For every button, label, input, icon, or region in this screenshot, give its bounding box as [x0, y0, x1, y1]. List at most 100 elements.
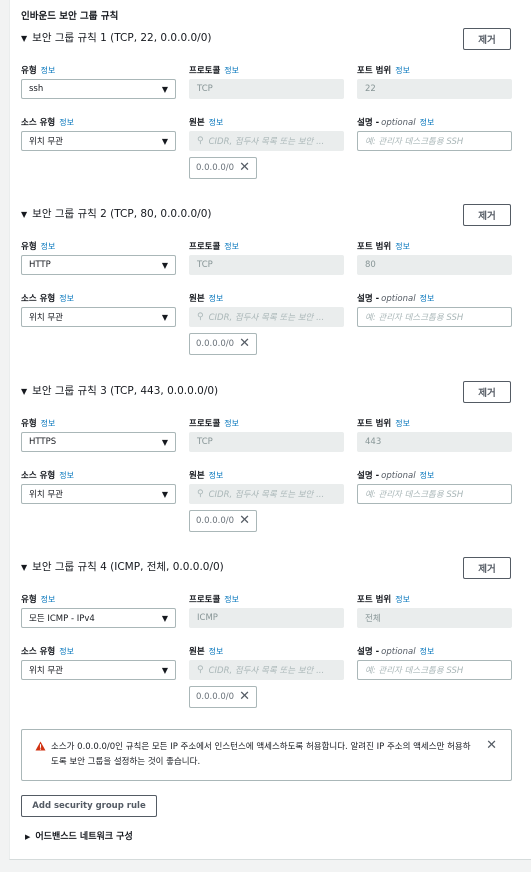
description-info-link[interactable]: 정보 — [420, 471, 435, 480]
type-info-link[interactable]: 정보 — [41, 419, 56, 428]
port-range-info-link[interactable]: 정보 — [395, 419, 410, 428]
type-label-text: 유형 — [21, 242, 37, 252]
protocol-info-link[interactable]: 정보 — [224, 66, 239, 75]
protocol-label-text: 프로토콜 — [189, 242, 221, 252]
source-search-placeholder: CIDR, 접두사 목록 또는 보안 ... — [208, 313, 325, 323]
source-label: 원본 정보 — [189, 292, 223, 304]
type-select[interactable]: 모든 ICMP - IPv4 ▼ — [21, 608, 176, 628]
source-search-input[interactable]: ⚲ CIDR, 접두사 목록 또는 보안 ... — [189, 307, 344, 327]
search-icon: ⚲ — [197, 136, 204, 146]
port-range-info-link[interactable]: 정보 — [395, 242, 410, 251]
optional-text: optional — [381, 118, 416, 128]
protocol-info-link[interactable]: 정보 — [224, 595, 239, 604]
type-select[interactable]: ssh ▼ — [21, 79, 176, 99]
source-info-link[interactable]: 정보 — [209, 294, 224, 303]
source-search-input[interactable]: ⚲ CIDR, 접두사 목록 또는 보안 ... — [189, 484, 344, 504]
protocol-info-link[interactable]: 정보 — [224, 419, 239, 428]
source-search-input[interactable]: ⚲ CIDR, 접두사 목록 또는 보안 ... — [189, 660, 344, 680]
type-select[interactable]: HTTPS ▼ — [21, 432, 176, 452]
close-icon[interactable]: ✕ — [486, 738, 497, 753]
rule-title[interactable]: ▼ 보안 그룹 규칙 3 (TCP, 443, 0.0.0.0/0) — [21, 383, 218, 398]
advanced-network-config-toggle[interactable]: ▶ 어드밴스드 네트워크 구성 — [25, 829, 133, 842]
description-input[interactable]: 예: 관리자 데스크톱용 SSH — [357, 131, 512, 151]
description-placeholder: 예: 관리자 데스크톱용 SSH — [365, 490, 464, 500]
source-type-value: 위치 무관 — [29, 666, 63, 676]
type-select[interactable]: HTTP ▼ — [21, 255, 176, 275]
warning-message: 소스가 0.0.0.0/0인 규칙은 모든 IP 주소에서 인스턴스에 액세스하… — [51, 742, 471, 767]
port-range-label: 포트 범위 정보 — [357, 417, 410, 429]
description-label-text: 설명 - — [357, 118, 380, 128]
description-label: 설명 - optional 정보 — [357, 116, 434, 128]
type-label-text: 유형 — [21, 419, 37, 429]
source-type-info-link[interactable]: 정보 — [59, 294, 74, 303]
search-icon: ⚲ — [197, 665, 204, 675]
description-info-link[interactable]: 정보 — [420, 647, 435, 656]
warning-alert: 소스가 0.0.0.0/0인 규칙은 모든 IP 주소에서 인스턴스에 액세스하… — [21, 729, 512, 781]
description-label: 설명 - optional 정보 — [357, 292, 434, 304]
description-info-link[interactable]: 정보 — [420, 118, 435, 127]
description-input[interactable]: 예: 관리자 데스크톱용 SSH — [357, 484, 512, 504]
port-range-field: 80 — [357, 255, 512, 275]
protocol-label-text: 프로토콜 — [189, 595, 221, 605]
type-info-link[interactable]: 정보 — [41, 66, 56, 75]
source-type-select[interactable]: 위치 무관 ▼ — [21, 484, 176, 504]
source-info-link[interactable]: 정보 — [209, 647, 224, 656]
port-range-field: 전체 — [357, 608, 512, 628]
add-security-group-rule-button[interactable]: Add security group rule — [21, 795, 157, 817]
port-range-info-link[interactable]: 정보 — [395, 66, 410, 75]
type-info-link[interactable]: 정보 — [41, 242, 56, 251]
remove-token-icon[interactable]: ✕ — [239, 160, 250, 175]
source-search-placeholder: CIDR, 접두사 목록 또는 보안 ... — [208, 137, 325, 147]
dropdown-arrow-icon: ▼ — [161, 85, 168, 94]
source-info-link[interactable]: 정보 — [209, 118, 224, 127]
rule-title[interactable]: ▼ 보안 그룹 규칙 4 (ICMP, 전체, 0.0.0.0/0) — [21, 559, 224, 574]
remove-rule-button[interactable]: 제거 — [463, 381, 511, 403]
source-type-info-link[interactable]: 정보 — [59, 471, 74, 480]
source-label-text: 원본 — [189, 647, 205, 657]
protocol-label: 프로토콜 정보 — [189, 240, 239, 252]
cidr-token: 0.0.0.0/0 ✕ — [189, 157, 257, 179]
remove-token-icon[interactable]: ✕ — [239, 336, 250, 351]
rule-title[interactable]: ▼ 보안 그룹 규칙 2 (TCP, 80, 0.0.0.0/0) — [21, 206, 211, 221]
type-label: 유형 정보 — [21, 417, 55, 429]
source-type-value: 위치 무관 — [29, 490, 63, 500]
source-type-value: 위치 무관 — [29, 137, 63, 147]
source-type-select[interactable]: 위치 무관 ▼ — [21, 307, 176, 327]
port-range-label-text: 포트 범위 — [357, 419, 392, 429]
rule-title[interactable]: ▼ 보안 그룹 규칙 1 (TCP, 22, 0.0.0.0/0) — [21, 30, 211, 45]
remove-token-icon[interactable]: ✕ — [239, 689, 250, 704]
port-range-label-text: 포트 범위 — [357, 242, 392, 252]
remove-rule-button[interactable]: 제거 — [463, 28, 511, 50]
source-search-input[interactable]: ⚲ CIDR, 접두사 목록 또는 보안 ... — [189, 131, 344, 151]
dropdown-arrow-icon: ▼ — [161, 313, 168, 322]
type-label: 유형 정보 — [21, 593, 55, 605]
port-range-info-link[interactable]: 정보 — [395, 595, 410, 604]
source-type-select[interactable]: 위치 무관 ▼ — [21, 131, 176, 151]
remove-rule-button[interactable]: 제거 — [463, 204, 511, 226]
port-range-label-text: 포트 범위 — [357, 595, 392, 605]
protocol-label-text: 프로토콜 — [189, 66, 221, 76]
description-info-link[interactable]: 정보 — [420, 294, 435, 303]
type-label: 유형 정보 — [21, 64, 55, 76]
description-label-text: 설명 - — [357, 294, 380, 304]
remove-token-icon[interactable]: ✕ — [239, 513, 250, 528]
source-type-info-link[interactable]: 정보 — [59, 647, 74, 656]
optional-text: optional — [381, 647, 416, 657]
description-label-text: 설명 - — [357, 647, 380, 657]
source-type-info-link[interactable]: 정보 — [59, 118, 74, 127]
protocol-info-link[interactable]: 정보 — [224, 242, 239, 251]
protocol-field: TCP — [189, 79, 344, 99]
protocol-label: 프로토콜 정보 — [189, 64, 239, 76]
source-type-select[interactable]: 위치 무관 ▼ — [21, 660, 176, 680]
description-input[interactable]: 예: 관리자 데스크톱용 SSH — [357, 307, 512, 327]
remove-rule-button[interactable]: 제거 — [463, 557, 511, 579]
type-info-link[interactable]: 정보 — [41, 595, 56, 604]
protocol-field: TCP — [189, 255, 344, 275]
source-info-link[interactable]: 정보 — [209, 471, 224, 480]
protocol-label: 프로토콜 정보 — [189, 593, 239, 605]
port-range-field: 22 — [357, 79, 512, 99]
source-type-label: 소스 유형 정보 — [21, 116, 74, 128]
search-icon: ⚲ — [197, 489, 204, 499]
port-range-label: 포트 범위 정보 — [357, 64, 410, 76]
description-input[interactable]: 예: 관리자 데스크톱용 SSH — [357, 660, 512, 680]
